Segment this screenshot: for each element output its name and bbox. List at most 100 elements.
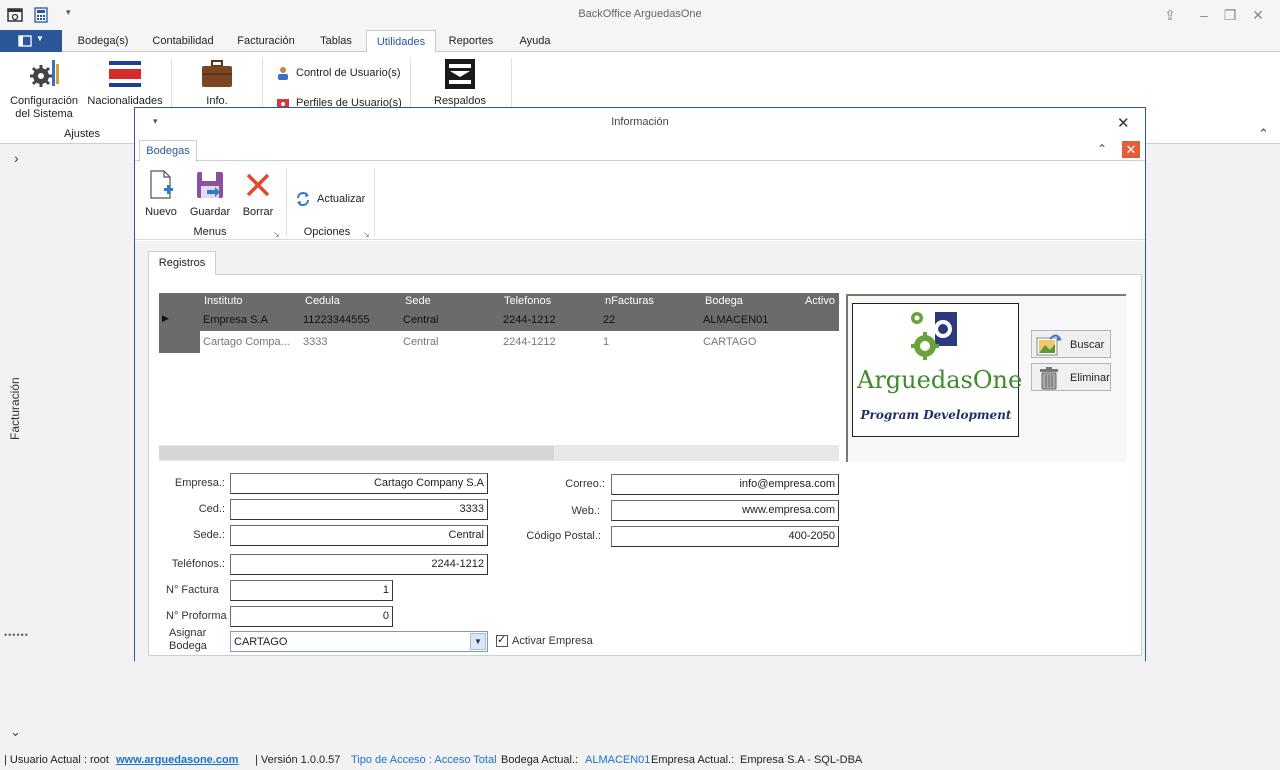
- tab-bodegas-dialog[interactable]: Bodegas: [139, 140, 197, 162]
- activar-empresa-checkbox[interactable]: ✓: [496, 634, 508, 647]
- checkmark-icon: ✓: [497, 634, 507, 646]
- app-menu-button[interactable]: ▼: [0, 30, 62, 52]
- activar-empresa-label: Activar Empresa: [512, 635, 593, 647]
- nuevo-label: Nuevo: [145, 206, 177, 218]
- company-logo: ArguedasOne Program Development: [852, 303, 1023, 437]
- chevron-down-icon[interactable]: ▼: [470, 633, 486, 650]
- telefonos-field[interactable]: 2244-1212: [230, 554, 488, 575]
- close-button[interactable]: ✕: [1248, 6, 1268, 24]
- buscar-label: Buscar: [1070, 339, 1105, 351]
- guardar-button[interactable]: Guardar: [189, 170, 231, 220]
- opciones-group-label: Opciones: [303, 226, 351, 238]
- maximize-button[interactable]: ❐: [1220, 6, 1240, 24]
- ajustes-group-label: Ajustes: [63, 128, 101, 140]
- new-document-icon: [150, 170, 173, 199]
- column-header-cedula[interactable]: Cedula: [305, 295, 340, 307]
- collapse-ribbon-icon[interactable]: ⌃: [1258, 126, 1269, 142]
- status-bar: | Usuario Actual : root www.arguedasone.…: [0, 748, 1280, 770]
- buscar-button[interactable]: Buscar: [1031, 330, 1111, 358]
- eliminar-button[interactable]: Eliminar: [1031, 363, 1111, 391]
- close-form-icon[interactable]: ✕: [1122, 141, 1140, 158]
- dialog-title: Información: [611, 116, 669, 128]
- row-indicator: [159, 331, 200, 353]
- correo-field[interactable]: info@empresa.com: [611, 474, 839, 495]
- correo-label: Correo.:: [565, 478, 605, 490]
- config-sistema-label: Configuración del Sistema: [10, 95, 78, 120]
- cell-cedula: 11223344555: [303, 314, 370, 326]
- column-header-sede[interactable]: Sede: [405, 295, 431, 307]
- actualizar-button[interactable]: Actualizar: [295, 190, 367, 208]
- cell-bodega: CARTAGO: [703, 336, 757, 348]
- logo-brand: ArguedasOne: [857, 366, 1023, 394]
- control-usuario-button[interactable]: Control de Usuario(s): [274, 64, 406, 82]
- grid-horizontal-scrollbar[interactable]: [159, 445, 839, 461]
- cell-bodega: ALMACEN01: [703, 314, 769, 326]
- collapse-dialog-ribbon-icon[interactable]: ⌃: [1097, 142, 1107, 156]
- tab-contabilidad[interactable]: Contabilidad: [143, 30, 223, 52]
- restore-ribbon-icon[interactable]: ⇪: [1160, 6, 1180, 24]
- row-indicator: ▶: [159, 309, 200, 331]
- nproforma-field[interactable]: 0: [230, 606, 393, 627]
- chevron-down-icon[interactable]: ⌄: [10, 724, 21, 740]
- bodega-actual-label: Bodega Actual.:: [501, 754, 579, 766]
- column-header-nfacturas[interactable]: nFacturas: [605, 295, 654, 307]
- dialog-close-icon[interactable]: ✕: [1117, 114, 1130, 132]
- left-panel: [0, 145, 34, 745]
- tab-facturacion[interactable]: Facturación: [228, 30, 304, 52]
- cell-cedula: 3333: [303, 336, 328, 348]
- grid-header: Instituto Cedula Sede Telefonos nFactura…: [159, 293, 839, 309]
- bodega-select[interactable]: CARTAGO ▼: [230, 631, 488, 652]
- empresa-actual-value: Empresa S.A - SQL-DBA: [740, 754, 863, 766]
- perfiles-usuario-button[interactable]: Perfiles de Usuario(s): [274, 94, 406, 107]
- gears-logo-icon: [911, 312, 957, 360]
- cell-sede: Central: [403, 314, 439, 326]
- bodega-actual-value: ALMACEN01: [585, 754, 651, 766]
- ced-field[interactable]: 3333: [230, 499, 488, 520]
- borrar-button[interactable]: Borrar: [239, 170, 277, 220]
- profile-card-icon: [277, 99, 289, 107]
- tab-bodegas[interactable]: Bodega(s): [68, 30, 138, 52]
- column-header-bodega[interactable]: Bodega: [705, 295, 743, 307]
- briefcase-icon: [202, 60, 232, 87]
- expand-panel-icon[interactable]: ›: [14, 150, 19, 166]
- tab-tablas[interactable]: Tablas: [310, 30, 362, 52]
- tab-ayuda[interactable]: Ayuda: [508, 30, 562, 52]
- info-button[interactable]: Info.: [180, 58, 254, 114]
- table-row[interactable]: Cartago Compa... 3333 Central 2244-1212 …: [159, 331, 839, 353]
- telefonos-label: Teléfonos.:: [171, 558, 225, 570]
- sede-field[interactable]: Central: [230, 525, 488, 546]
- nuevo-button[interactable]: Nuevo: [143, 170, 179, 220]
- tab-utilidades[interactable]: Utilidades: [366, 30, 436, 53]
- cell-telefonos: 2244-1212: [503, 314, 556, 326]
- splitter-grip-icon[interactable]: ••••••: [4, 630, 29, 640]
- minimize-button[interactable]: –: [1194, 6, 1214, 24]
- postal-field[interactable]: 400-2050: [611, 526, 839, 547]
- opciones-launcher-icon[interactable]: ↘: [363, 230, 370, 239]
- dialog-ribbon: Nuevo Guardar Borrar Menus ↘ Actualizar …: [135, 162, 1145, 240]
- column-header-activo[interactable]: Activo: [805, 295, 835, 307]
- scrollbar-thumb[interactable]: [159, 446, 554, 460]
- website-link[interactable]: www.arguedasone.com: [116, 754, 238, 766]
- respaldos-button[interactable]: Respaldos: [424, 58, 496, 108]
- tab-reportes[interactable]: Reportes: [440, 30, 502, 52]
- trash-icon: [1040, 367, 1058, 390]
- cell-nfacturas: 22: [603, 314, 616, 326]
- facturacion-panel-label[interactable]: Facturación: [8, 377, 22, 440]
- nfactura-field[interactable]: 1: [230, 580, 393, 601]
- web-field[interactable]: www.empresa.com: [611, 500, 839, 521]
- column-header-telefonos[interactable]: Telefonos: [504, 295, 551, 307]
- config-sistema-button[interactable]: Configuración del Sistema: [4, 58, 84, 122]
- nfactura-label: N° Factura: [166, 584, 219, 596]
- ribbon-separator: [410, 58, 411, 108]
- image-picker-icon: [1036, 334, 1062, 356]
- tab-registros[interactable]: Registros: [148, 251, 216, 275]
- column-header-instituto[interactable]: Instituto: [204, 295, 243, 307]
- guardar-label: Guardar: [189, 206, 231, 218]
- perfiles-usuario-label: Perfiles de Usuario(s): [296, 97, 402, 107]
- empresa-field[interactable]: Cartago Company S.A: [230, 473, 488, 494]
- ribbon-separator: [286, 168, 287, 236]
- table-row[interactable]: ▶ Empresa S.A 11223344555 Central 2244-1…: [159, 309, 839, 331]
- menus-launcher-icon[interactable]: ↘: [273, 230, 280, 239]
- nacionalidades-button[interactable]: Nacionalidades: [86, 58, 164, 114]
- eliminar-label: Eliminar: [1070, 372, 1110, 384]
